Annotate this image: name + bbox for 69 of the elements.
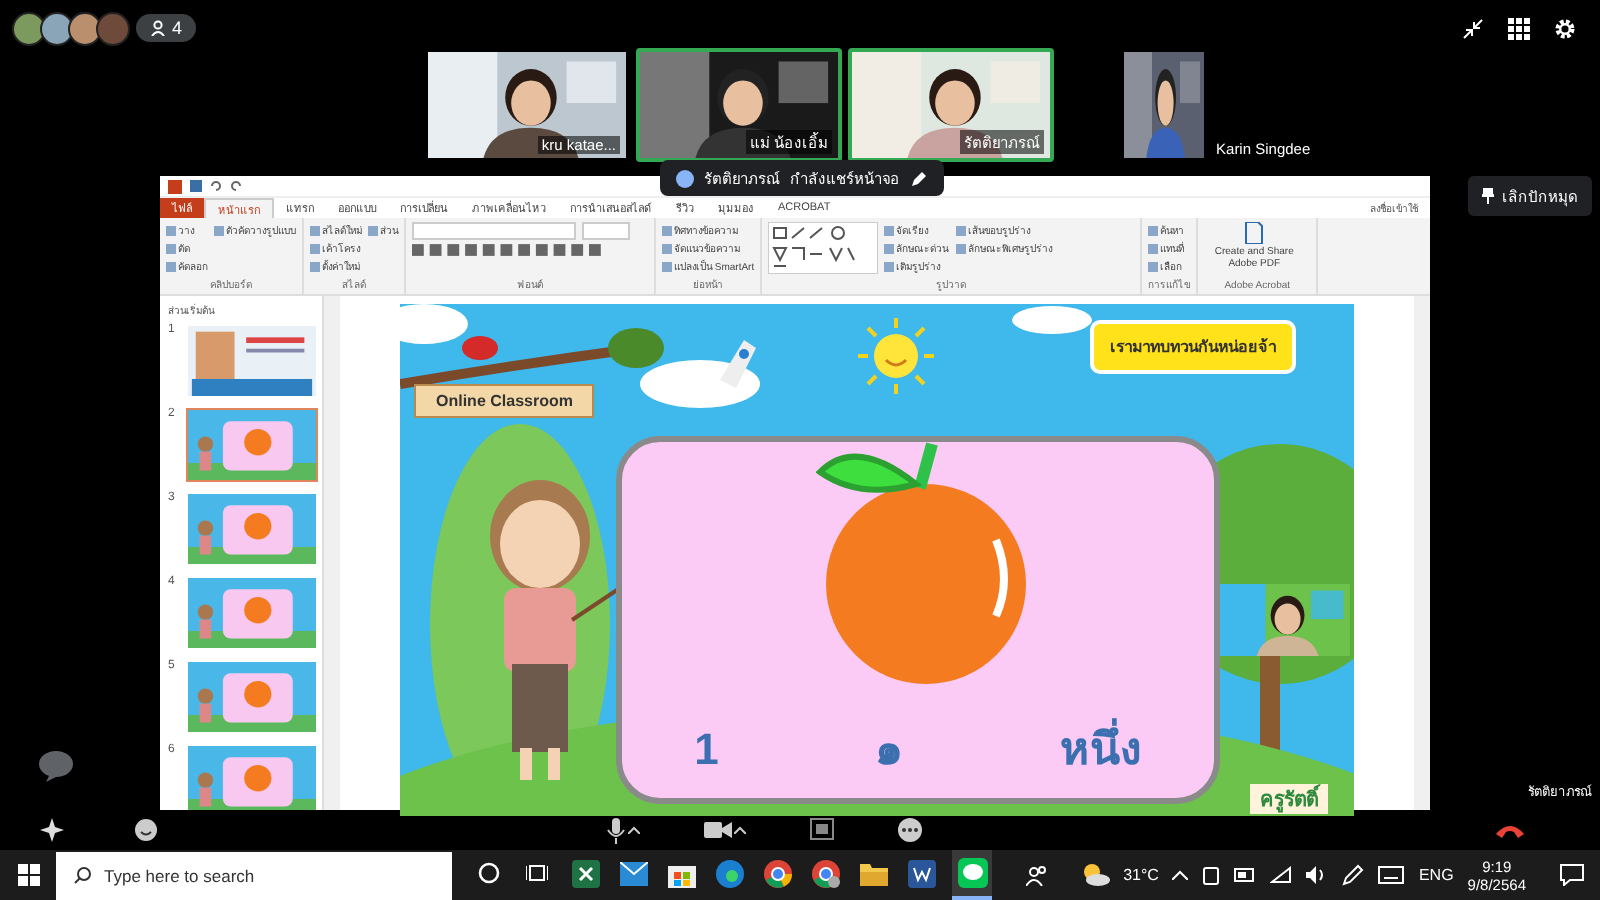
slide-thumbnail[interactable] (186, 660, 318, 734)
collapse-icon[interactable] (1462, 18, 1484, 40)
scrollbar[interactable] (1414, 296, 1430, 810)
name-tag: ครูรัตติ์ (1250, 784, 1328, 814)
number-word: หนึ่ง (1059, 714, 1142, 784)
mail-icon[interactable] (619, 861, 647, 885)
people-icon[interactable] (1025, 864, 1048, 886)
camera-icon[interactable] (704, 820, 732, 840)
document-icon (1244, 222, 1265, 244)
emoji-icon[interactable] (134, 818, 158, 842)
redo-icon[interactable] (230, 180, 242, 192)
avatar-icon (676, 169, 694, 187)
font-size-field[interactable] (582, 222, 630, 240)
caret-icon[interactable] (734, 826, 746, 834)
slide-thumbnail[interactable] (186, 576, 318, 650)
more-icon[interactable] (898, 817, 922, 841)
hang-up-icon[interactable] (1496, 823, 1524, 837)
chat-icon[interactable] (38, 750, 74, 782)
device-icon[interactable] (1202, 865, 1221, 885)
excel-icon[interactable] (571, 859, 599, 887)
caret-icon[interactable] (628, 826, 640, 834)
chrome-icon[interactable] (763, 859, 791, 887)
participant-avatar[interactable] (68, 11, 102, 45)
word-icon[interactable] (907, 859, 935, 887)
windows-icon[interactable] (17, 864, 39, 886)
temperature[interactable]: 31°C (1123, 866, 1159, 884)
slide-thumbnail[interactable] (186, 744, 318, 810)
pin-icon (1482, 188, 1494, 204)
weather-icon[interactable] (1081, 864, 1110, 886)
slide-thumbnail[interactable] (186, 324, 318, 398)
present-icon[interactable] (810, 817, 834, 839)
cortana-icon[interactable] (478, 862, 500, 884)
edge-icon[interactable] (715, 859, 743, 887)
wifi-icon[interactable] (1270, 866, 1293, 884)
slide-thumbnail[interactable] (186, 492, 318, 566)
video-tile[interactable] (1120, 48, 1209, 162)
shapes-gallery[interactable] (768, 222, 879, 274)
microphone-icon[interactable] (606, 817, 626, 843)
task-view-icon[interactable] (526, 862, 548, 884)
speech-bubble: เรามาทบทวนกันหน่อยจ้า (1090, 320, 1296, 374)
keyboard-icon[interactable] (1378, 866, 1405, 884)
grid-icon[interactable] (1508, 18, 1530, 40)
number-word: 1 (694, 723, 719, 775)
scrollbar[interactable] (324, 296, 340, 810)
font-name-field[interactable] (412, 222, 576, 240)
people-icon (150, 20, 166, 36)
pencil-icon[interactable] (910, 169, 928, 187)
search-field[interactable]: Type here to search (56, 851, 452, 899)
settings-icon[interactable] (1554, 18, 1576, 40)
sparkle-icon[interactable] (40, 818, 64, 842)
chrome-icon[interactable] (811, 859, 839, 887)
participant-avatar[interactable] (12, 11, 46, 45)
chevron-up-icon[interactable] (1172, 870, 1189, 880)
folder-icon[interactable] (859, 861, 887, 885)
input-language[interactable]: ENG (1418, 866, 1454, 884)
sun-drawing (856, 316, 936, 396)
chat-app-icon[interactable] (957, 858, 987, 888)
participant-avatar[interactable] (40, 11, 74, 45)
slide-thumbnail[interactable] (186, 408, 318, 482)
battery-icon[interactable] (1234, 868, 1257, 882)
powerpoint-icon (168, 179, 182, 193)
number-word: ๑ (875, 722, 904, 778)
pen-icon[interactable] (1342, 864, 1365, 886)
notification-icon[interactable] (1560, 864, 1584, 886)
volume-icon[interactable] (1306, 866, 1329, 884)
classroom-sign: Online Classroom (414, 384, 595, 418)
participant-count[interactable]: 4 (136, 14, 197, 42)
undo-icon[interactable] (210, 180, 222, 192)
search-icon (74, 865, 92, 883)
